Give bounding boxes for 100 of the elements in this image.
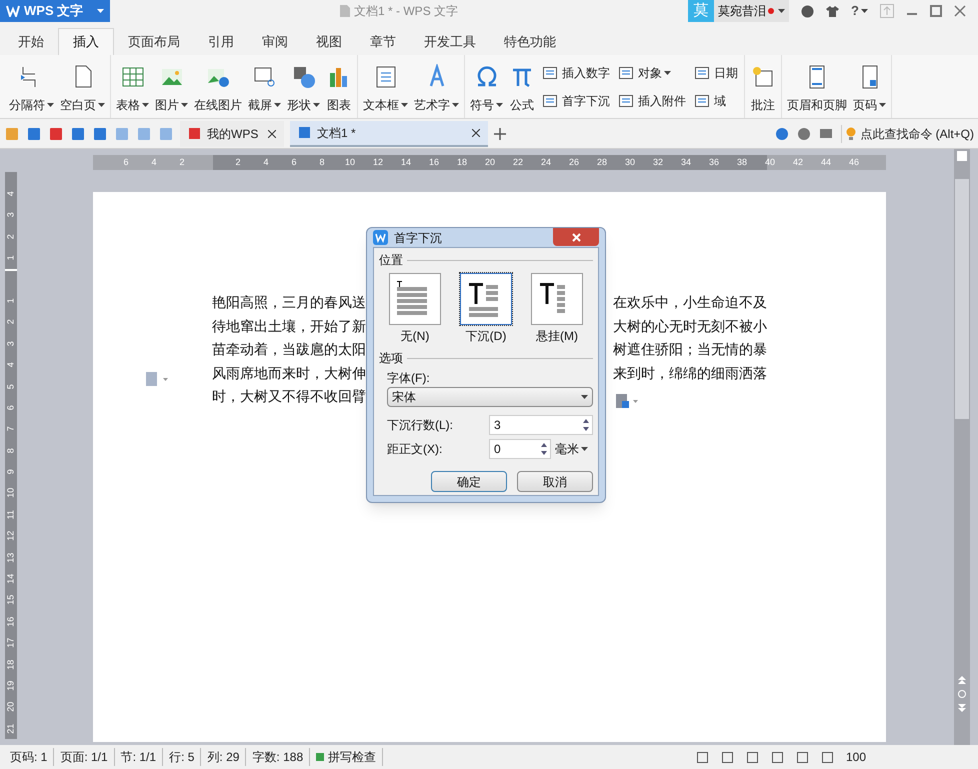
ruler-number: 46	[848, 156, 860, 169]
document-tab[interactable]: 文档1 *	[290, 120, 488, 146]
ribbon-button[interactable]: 页码	[850, 60, 889, 114]
maximize-icon[interactable]	[930, 5, 942, 17]
app-logo-icon	[6, 5, 20, 17]
ribbon-button[interactable]: 插入附件	[614, 88, 690, 112]
paste-icon[interactable]	[145, 371, 169, 387]
close-icon[interactable]	[472, 128, 480, 136]
ruler-number: 20	[4, 701, 16, 714]
status-text: 字数: 188	[246, 748, 310, 766]
ribbon-button[interactable]: 插入数字	[538, 60, 614, 84]
ribbon-tab[interactable]: 开始	[4, 28, 58, 55]
ribbon-tab[interactable]: 插入	[58, 28, 114, 55]
ribbon-button[interactable]: 域	[690, 88, 742, 112]
ruler-number: 22	[512, 156, 524, 169]
field-label: 下沉行数(L):	[387, 417, 454, 434]
ribbon-button[interactable]: 艺术字	[411, 60, 462, 114]
caret-icon	[879, 102, 886, 106]
ruler-number: 34	[680, 156, 692, 169]
dialog-title: 首字下沉	[394, 230, 442, 246]
ribbon-button[interactable]: 分隔符	[6, 60, 57, 114]
ribbon-button[interactable]: 截屏	[245, 60, 284, 114]
ruler-number: 21	[4, 722, 16, 734]
ruler-number: 1	[4, 297, 16, 306]
unit-dropdown[interactable]: 毫米	[555, 440, 588, 458]
new-tab-icon[interactable]	[494, 128, 506, 140]
view-icon[interactable]	[955, 149, 969, 163]
ribbon-button[interactable]: 日期	[690, 60, 742, 84]
ribbon-button[interactable]: 图表	[323, 60, 355, 114]
ribbon-tab[interactable]: 视图	[302, 28, 356, 55]
caret-icon	[452, 102, 459, 106]
spell-check[interactable]: 拼写检查	[310, 748, 384, 766]
ribbon-tab[interactable]: 开发工具	[410, 28, 490, 55]
ribbon-button[interactable]: 表格	[113, 60, 152, 114]
caret-icon	[496, 102, 503, 106]
ruler-number: 7	[4, 426, 16, 434]
document-icon	[340, 5, 350, 17]
distance-spin-field[interactable]: 0	[489, 439, 551, 459]
dialog-button[interactable]: 取消	[517, 471, 593, 492]
ribbon-button[interactable]: 在线图片	[191, 60, 245, 114]
lightbulb-icon	[846, 126, 856, 140]
shirt-icon[interactable]	[826, 4, 840, 18]
ribbon-button[interactable]: 符号	[467, 60, 506, 114]
status-text: 列: 29	[201, 748, 246, 766]
lines-spin-field[interactable]: 3	[489, 415, 593, 435]
page-down-icon[interactable]	[957, 703, 967, 713]
caret-icon	[313, 102, 320, 106]
ribbon-tab[interactable]: 特色功能	[490, 28, 570, 55]
ruler-number: 9	[4, 468, 16, 476]
paste-icon[interactable]	[615, 392, 639, 410]
ruler-number: 17	[4, 636, 16, 649]
close-button[interactable]	[553, 228, 599, 246]
ribbon-button[interactable]: 空白页	[57, 60, 108, 114]
ribbon-button[interactable]: 图片	[152, 60, 191, 114]
circle-icon[interactable]	[957, 689, 967, 699]
ribbon-tab[interactable]: 审阅	[248, 28, 302, 55]
close-icon	[572, 232, 580, 242]
page-up-icon[interactable]	[957, 675, 967, 685]
zoom-level[interactable]: 100	[846, 748, 966, 766]
ribbon-button[interactable]: 批注	[747, 60, 779, 114]
font-dropdown[interactable]: 宋体	[387, 387, 593, 407]
app-menu-button[interactable]: WPS 文字	[0, 0, 110, 22]
ruler-number: 5	[4, 382, 16, 391]
caret-icon	[181, 102, 188, 106]
ribbon-tab[interactable]: 章节	[356, 28, 410, 55]
field-label: 距正文(X):	[387, 441, 444, 458]
ruler-number: 6	[4, 404, 16, 412]
ruler-number: 3	[4, 340, 16, 348]
ruler-number: 14	[4, 572, 16, 585]
ribbon-tab[interactable]: 引用	[194, 28, 248, 55]
ribbon-button[interactable]: 文本框	[360, 60, 411, 114]
close-icon[interactable]	[268, 130, 276, 138]
help-button[interactable]: ?	[851, 1, 868, 21]
dialog-button[interactable]: 确定	[431, 471, 507, 492]
caret-icon	[97, 9, 104, 13]
section-label: 位置	[379, 252, 403, 269]
window-title: 文档1 * - WPS 文字	[354, 3, 458, 20]
ruler-number: 30	[624, 156, 636, 169]
ruler-number: 38	[736, 156, 748, 169]
command-search[interactable]: 点此查找命令 (Alt+Q)	[841, 124, 974, 142]
ruler-number: 11	[4, 508, 16, 521]
caret-icon	[142, 102, 149, 106]
caret-icon	[664, 70, 671, 74]
ruler-number: 8	[318, 156, 326, 169]
paragraph-line: 树遮住骄阳；当无情的暴	[613, 340, 767, 359]
ribbon-tab[interactable]: 页面布局	[114, 28, 194, 55]
ribbon-button[interactable]: 形状	[284, 60, 323, 114]
ruler-number: 32	[652, 156, 664, 169]
ribbon-button[interactable]: 对象	[614, 60, 690, 84]
ribbon-button[interactable]: 页眉和页脚	[784, 60, 850, 114]
ruler-number: 44	[820, 156, 832, 169]
ribbon-button[interactable]: 首字下沉	[538, 88, 614, 112]
user-name[interactable]: 莫宛昔泪	[714, 0, 790, 22]
ribbon-button[interactable]: 公式	[506, 60, 538, 114]
ruler-number: 19	[4, 680, 16, 692]
document-tab[interactable]: 我的WPS	[180, 120, 284, 146]
ruler-number: 4	[150, 156, 158, 169]
scrollbar[interactable]	[954, 149, 970, 745]
ruler-number: 10	[4, 487, 16, 500]
ruler-number: 26	[568, 156, 580, 169]
